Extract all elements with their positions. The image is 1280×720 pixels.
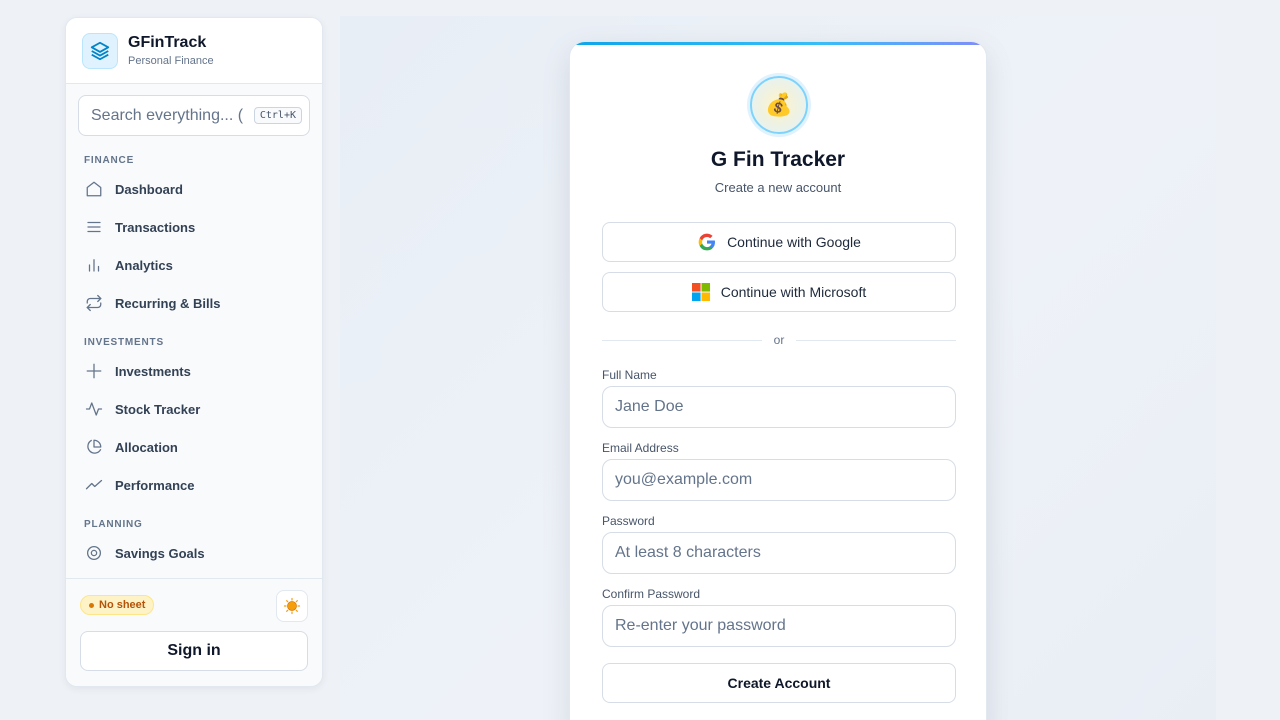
email-placeholder: you@example.com (615, 471, 753, 488)
search-placeholder: Search everything... ( (91, 106, 244, 124)
theme-toggle-button[interactable] (276, 590, 308, 622)
money-bag-icon: 💰 (750, 76, 808, 134)
signup-card: 💰 G Fin Tracker Create a new account Con… (569, 41, 987, 720)
home-icon (86, 181, 102, 197)
brand-subtitle: Personal Finance (128, 55, 214, 67)
shortcut-hint: Ctrl+K (253, 107, 302, 124)
sidebar-item-label: Investments (115, 363, 191, 379)
sidebar-item-transactions[interactable]: Transactions (66, 208, 322, 246)
sidebar-item-label: Recurring & Bills (115, 295, 221, 311)
password-field[interactable]: At least 8 characters (602, 532, 956, 574)
sidebar-item-label: Dashboard (115, 181, 183, 197)
section-label-investments: INVESTMENTS (84, 337, 164, 348)
or-divider: or (602, 332, 957, 348)
google-signin-button[interactable]: Continue with Google (602, 222, 956, 262)
signup-subtitle: Create a new account (714, 180, 842, 195)
section-label-finance: FINANCE (84, 155, 135, 166)
list-icon (87, 221, 101, 233)
sidebar-item-dashboard[interactable]: Dashboard (66, 170, 322, 208)
divider-text: or (773, 333, 785, 347)
full-name-field[interactable]: Jane Doe (602, 386, 956, 428)
confirm-password-label: Confirm Password (602, 587, 701, 601)
status-badge: No sheet (80, 595, 155, 615)
card-accent-bar (570, 42, 986, 45)
repeat-icon (86, 294, 102, 312)
google-button-label: Continue with Google (727, 234, 861, 250)
sidebar-item-label: Savings Goals (115, 545, 205, 561)
sidebar-item-label: Transactions (115, 219, 196, 235)
sidebar-item-allocation[interactable]: Allocation (66, 428, 322, 466)
sidebar-item-recurring-bills[interactable]: Recurring & Bills (66, 284, 322, 322)
password-label: Password (602, 514, 655, 528)
target-icon (86, 545, 102, 561)
search-input[interactable]: Search everything... ( Ctrl+K (78, 95, 310, 136)
signup-title: G Fin Tracker (710, 148, 846, 171)
brand-header[interactable]: GFinTrack Personal Finance (66, 18, 322, 84)
sidebar-item-analytics[interactable]: Analytics (66, 246, 322, 284)
create-account-button[interactable]: Create Account (602, 663, 956, 703)
sidebar-item-savings-goals[interactable]: Savings Goals (66, 534, 322, 572)
sidebar: GFinTrack Personal Finance Search everyt… (65, 17, 323, 687)
sidebar-item-label: Stock Tracker (115, 401, 201, 417)
sidebar-item-stock-tracker[interactable]: Stock Tracker (66, 390, 322, 428)
full-name-placeholder: Jane Doe (615, 398, 684, 415)
status-dot-icon (89, 602, 94, 608)
sun-icon (283, 597, 301, 615)
email-label: Email Address (602, 441, 679, 455)
sidebar-item-label: Allocation (115, 439, 178, 455)
pie-chart-icon (87, 439, 102, 454)
main-content: 💰 G Fin Tracker Create a new account Con… (340, 16, 1216, 720)
microsoft-icon (691, 282, 710, 301)
status-badge-label: No sheet (99, 599, 146, 611)
google-icon (698, 233, 716, 251)
email-field[interactable]: you@example.com (602, 459, 956, 501)
activity-icon (85, 402, 103, 416)
microsoft-button-label: Continue with Microsoft (720, 284, 867, 300)
sidebar-item-investments[interactable]: Investments (66, 352, 322, 390)
sidebar-footer: No sheet Sign in (66, 578, 322, 686)
sign-in-button[interactable]: Sign in (80, 631, 308, 671)
microsoft-signin-button[interactable]: Continue with Microsoft (602, 272, 956, 312)
sidebar-item-label: Performance (115, 477, 195, 493)
section-label-planning: PLANNING (84, 519, 143, 530)
sidebar-item-label: Analytics (115, 257, 173, 273)
password-placeholder: At least 8 characters (615, 544, 761, 561)
brand-title: GFinTrack (128, 34, 207, 51)
layers-icon (82, 32, 118, 69)
full-name-label: Full Name (602, 368, 657, 382)
confirm-password-field[interactable]: Re-enter your password (602, 605, 956, 647)
bar-chart-icon (88, 259, 100, 272)
trending-icon (85, 479, 103, 490)
plus-icon (86, 363, 102, 379)
sidebar-item-performance[interactable]: Performance (66, 466, 322, 504)
confirm-password-placeholder: Re-enter your password (615, 617, 786, 634)
